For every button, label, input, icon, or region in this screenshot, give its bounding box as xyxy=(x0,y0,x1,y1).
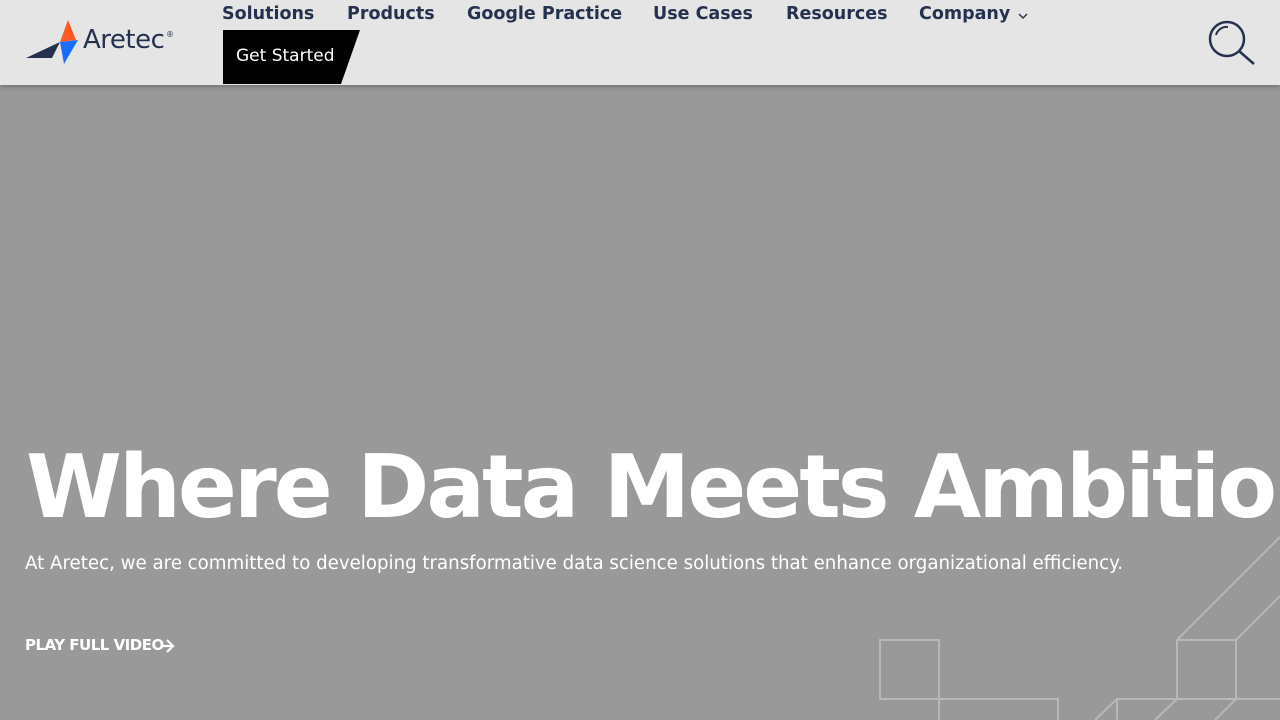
aretec-logo[interactable]: Aretec ® xyxy=(24,18,176,66)
nav-google-practice[interactable]: Google Practice xyxy=(467,4,622,24)
get-started-button[interactable]: Get Started xyxy=(223,30,361,84)
search-icon[interactable] xyxy=(1206,19,1258,67)
site-header: Aretec ® Solutions Products Google Pract… xyxy=(0,0,1280,85)
play-full-video-link[interactable]: PLAY FULL VIDEO xyxy=(25,635,175,659)
registered-mark: ® xyxy=(166,30,174,39)
nav-products[interactable]: Products xyxy=(347,4,435,24)
nav-solutions[interactable]: Solutions xyxy=(222,4,314,24)
logo-wordmark: Aretec xyxy=(83,25,165,55)
chevron-down-icon[interactable] xyxy=(1018,13,1028,20)
decorative-line-pattern xyxy=(879,536,1280,720)
nav-use-cases[interactable]: Use Cases xyxy=(653,4,753,24)
nav-company[interactable]: Company xyxy=(919,4,1010,24)
get-started-label: Get Started xyxy=(236,46,335,66)
nav-resources[interactable]: Resources xyxy=(786,4,888,24)
play-full-video-label: PLAY FULL VIDEO xyxy=(25,636,164,654)
arrow-right-icon xyxy=(161,639,175,653)
aretec-logo-mark-icon xyxy=(26,20,78,64)
